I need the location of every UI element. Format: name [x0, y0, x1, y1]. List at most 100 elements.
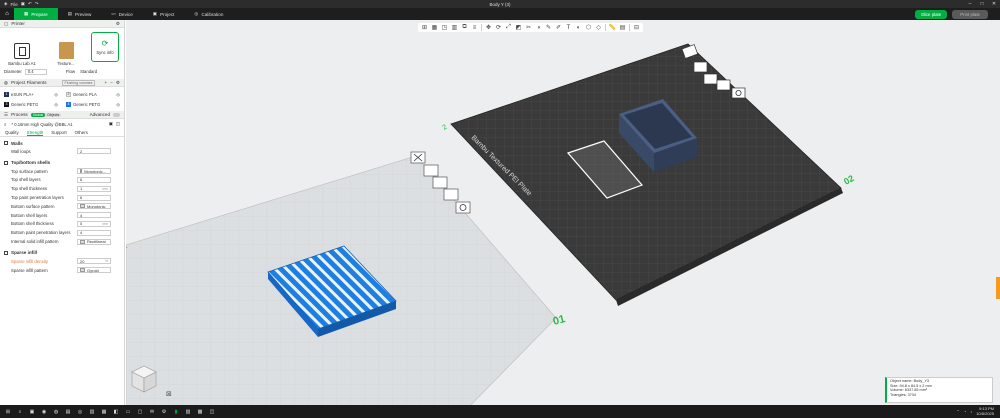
plate-2-orient-icon[interactable] [703, 73, 718, 85]
tab-prepare[interactable]: ▦ Prepare [14, 8, 58, 20]
object-info-panel: Object name: Body_Y3 Size: 94.8 x 84.5 x… [885, 377, 993, 403]
terminal-icon[interactable]: ▭ [124, 408, 132, 416]
filament-edit-icon[interactable]: ◎ [54, 92, 58, 97]
tab-calibration[interactable]: ◎ Calibration [184, 8, 233, 20]
filament-slot-1[interactable]: 1 eSUN PLA+ ◎ [0, 89, 62, 99]
option-input[interactable]: 6 [77, 194, 111, 201]
app-menu[interactable]: ◈ File ▣ ↶ ↷ [0, 1, 43, 7]
printer-selector[interactable]: Bambu Lab A1 [5, 32, 39, 66]
diameter-select[interactable]: 0.4 [24, 68, 47, 75]
infill-pattern-select[interactable]: Gyroid [77, 267, 111, 274]
infill-density-input[interactable]: 20% [77, 258, 111, 265]
file-menu[interactable]: File [10, 2, 17, 7]
filament-edit-icon[interactable]: ◎ [54, 102, 58, 107]
start-icon[interactable]: ⊞ [4, 408, 12, 416]
calendar-icon[interactable]: ▩ [196, 408, 204, 416]
option-input[interactable]: 1 mm [77, 185, 111, 192]
cube-reset-icon[interactable]: ⊠ [166, 390, 172, 398]
remove-filament-icon[interactable]: − [110, 80, 113, 85]
option-input[interactable]: 4 [77, 212, 111, 219]
plate-2-arrange-icon[interactable] [693, 61, 708, 73]
discord-icon[interactable]: ◍ [52, 408, 60, 416]
settings-gear-icon[interactable]: ⚙ [116, 21, 120, 27]
objects-option[interactable]: Objects [45, 113, 61, 117]
file-explorer-icon[interactable]: ▤ [64, 408, 72, 416]
steam-icon[interactable]: ◎ [76, 408, 84, 416]
tab-project[interactable]: ▣ Project [143, 8, 185, 20]
add-filament-icon[interactable]: + [105, 80, 108, 85]
slice-plate-button[interactable]: Slice plate [914, 9, 948, 19]
chrome-icon[interactable]: ◉ [40, 408, 48, 416]
save-icon[interactable]: ▣ [21, 1, 25, 7]
flushing-volumes-button[interactable]: Flushing volumes [61, 79, 96, 86]
bambu-studio-icon[interactable]: ▮ [172, 408, 180, 416]
tab-preview[interactable]: ▤ Preview [58, 8, 102, 20]
clock[interactable]: 9:13 PM 10/8/2025 [976, 406, 994, 416]
compare-profile-icon[interactable]: ◫ [116, 121, 120, 127]
volume-icon[interactable]: ♪ [970, 409, 972, 414]
option-label: Wall loops [11, 148, 31, 154]
option-input[interactable]: 0 mm [77, 220, 111, 227]
plate-1-lock-icon[interactable] [443, 188, 459, 201]
tab-support[interactable]: Support [51, 130, 66, 135]
global-objects-toggle[interactable]: Global Objects [30, 112, 62, 117]
chevron-up-icon[interactable]: ⌃ [956, 409, 959, 414]
home-icon[interactable]: ⌂ [0, 11, 14, 17]
mail-icon[interactable]: ✉ [148, 408, 156, 416]
save-profile-icon[interactable]: ▣ [109, 121, 113, 127]
plate-1-settings-icon[interactable] [455, 201, 471, 214]
tab-quality[interactable]: Quality [5, 130, 19, 135]
walls-icon [4, 141, 8, 145]
network-icon[interactable]: ◔ [964, 409, 966, 414]
scroll-marker[interactable] [996, 277, 1000, 299]
process-profile-select[interactable]: * 0.16mm High Quality @BBL A1 [9, 121, 92, 127]
sync-info-button[interactable]: ⟳ Sync info [91, 32, 119, 62]
redo-icon[interactable]: ↷ [35, 1, 39, 7]
process-icon: ☰ [4, 111, 9, 117]
notepad-icon[interactable]: ▢ [136, 408, 144, 416]
photos-icon[interactable]: ▨ [184, 408, 192, 416]
plate-1-arrange-icon[interactable] [423, 164, 439, 177]
global-option[interactable]: Global [30, 112, 46, 117]
maximize-icon[interactable]: □ [976, 1, 988, 7]
tab-label: Project [160, 11, 175, 17]
3d-viewport[interactable]: ⊞ ▦ ◳ ▥ ⧉ ≡ ✥ ⟳ ⤢ ◩ ✂ ◑ ✎ ✐ T ◐ ⬡ ◇ 📏 ▤ … [126, 20, 1000, 405]
filament-edit-icon[interactable]: ◎ [116, 102, 120, 107]
minimize-icon[interactable]: – [964, 1, 976, 7]
option-input[interactable]: 4 [77, 229, 111, 236]
filament-edit-icon[interactable]: ◎ [116, 92, 120, 97]
scene-canvas[interactable]: 01 2 Bambu Textured PEI Plate 02 2 ⊠ [126, 20, 1000, 405]
undo-icon[interactable]: ↶ [28, 1, 32, 7]
wall-loops-input[interactable]: 2 [77, 148, 111, 155]
print-plate-button[interactable]: Print plate [952, 9, 988, 19]
tab-strength[interactable]: Strength [26, 130, 44, 136]
filament-slot-3[interactable]: 3 Generic PETG ◎ [0, 99, 62, 109]
plate-2-settings-icon[interactable] [731, 87, 746, 99]
filament-slot-4[interactable]: 4 Generic PETG ◎ [62, 99, 124, 109]
plate-1-orient-icon[interactable] [432, 176, 448, 189]
option-input[interactable]: 6 [77, 176, 111, 183]
close-icon[interactable]: ✕ [988, 1, 1000, 7]
view-cube[interactable] [131, 365, 157, 393]
task-view-icon[interactable]: ▣ [28, 408, 36, 416]
search-icon[interactable]: ⌕ [16, 408, 24, 416]
option-input[interactable]: Rectilinear [77, 238, 111, 245]
plate-2-lock-icon[interactable] [716, 79, 731, 91]
photoshop-icon[interactable]: ▦ [100, 408, 108, 416]
filament-settings-icon[interactable]: ⚙ [116, 80, 120, 86]
option-input[interactable]: Monotonic... [77, 168, 111, 175]
vscode-icon[interactable]: ◧ [112, 408, 120, 416]
tab-others[interactable]: Others [75, 130, 88, 135]
tab-device[interactable]: ▭ Device [101, 8, 142, 20]
option-label: Top surface pattern [11, 168, 48, 174]
plate-type-selector[interactable]: Texture... [49, 32, 83, 66]
store-icon[interactable]: ◫ [208, 408, 216, 416]
filament-swatch: 2 [66, 91, 71, 97]
option-label: Top shell thickness [11, 186, 48, 192]
option-input[interactable]: Monotonic [77, 203, 111, 210]
settings-app-icon[interactable]: ⚙ [160, 408, 168, 416]
premiere-icon[interactable]: ▥ [88, 408, 96, 416]
advanced-switch[interactable] [113, 112, 120, 117]
filament-slot-2[interactable]: 2 Generic PLA ◎ [62, 89, 124, 99]
flow-select[interactable]: Standard [78, 68, 109, 75]
